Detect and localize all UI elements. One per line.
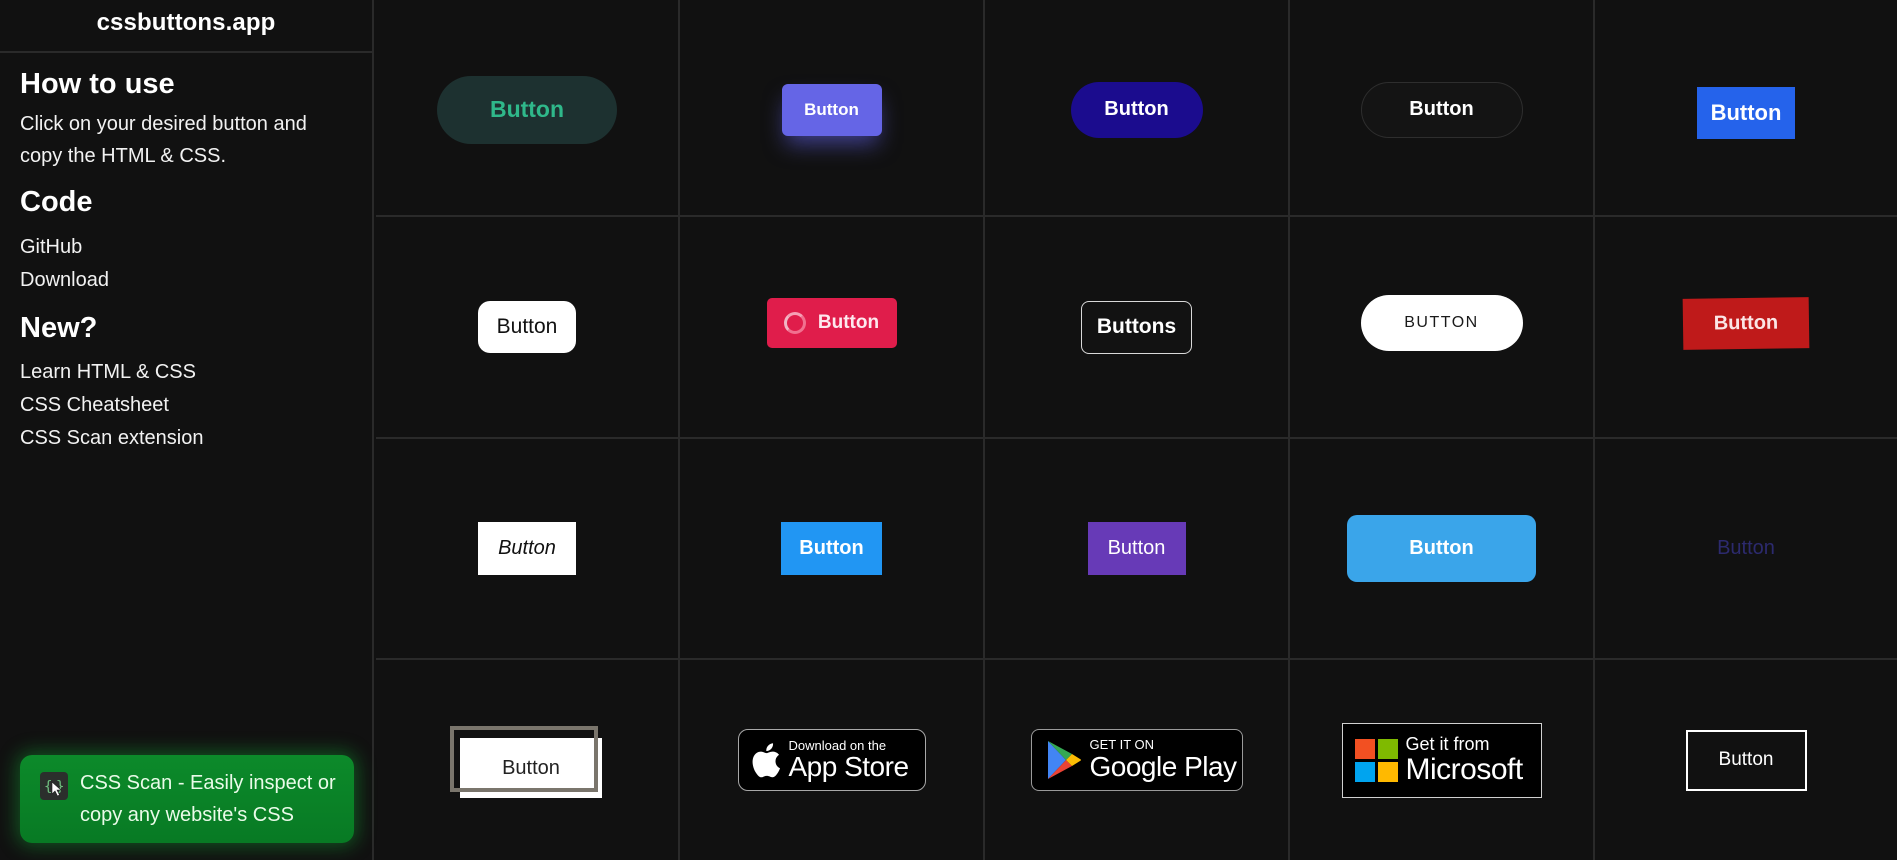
google-play-icon xyxy=(1047,741,1081,779)
grid-cell: Button xyxy=(680,0,985,217)
css-scan-promo-text: CSS Scan - Easily inspect or copy any we… xyxy=(80,772,336,826)
google-play-big-text: Google Play xyxy=(1089,751,1238,782)
grid-cell: Button xyxy=(376,660,680,860)
button-white-outline-square[interactable]: Button xyxy=(1685,729,1807,791)
new-heading: New? xyxy=(20,312,98,344)
button-pill-dark-teal[interactable]: Button xyxy=(437,75,617,144)
button-outline-rounded[interactable]: Buttons xyxy=(1081,300,1192,354)
microsoft-badge-button[interactable]: Get it from Microsoft xyxy=(1341,722,1542,798)
grid-cell: Button xyxy=(680,439,985,660)
grid-cell: Button xyxy=(1595,217,1897,439)
grid-cell: Button xyxy=(1290,439,1595,660)
code-heading: Code xyxy=(20,186,93,218)
button-loading-crimson[interactable]: Button xyxy=(766,298,897,348)
button-material-blue[interactable]: Button xyxy=(781,522,882,575)
grid-cell: Download on the App Store xyxy=(680,660,985,860)
grid-cell: Buttons xyxy=(985,217,1290,439)
button-grid: Button Button Button Button Button Butto… xyxy=(376,0,1897,860)
button-red-skewed[interactable]: Button xyxy=(1682,296,1810,350)
microsoft-small-text: Get it from xyxy=(1405,734,1490,754)
grid-cell: Button xyxy=(1595,0,1897,217)
grid-cell: GET IT ON Google Play xyxy=(985,660,1290,860)
button-label: Button xyxy=(817,312,880,333)
grid-cell: Button xyxy=(1595,660,1897,860)
google-play-badge-button[interactable]: GET IT ON Google Play xyxy=(1030,729,1243,791)
offset-frame-button-wrapper: Button xyxy=(450,726,604,800)
grid-cell: Button xyxy=(1290,0,1595,217)
button-white-rounded[interactable]: Button xyxy=(478,301,576,353)
microsoft-logo-icon xyxy=(1354,738,1398,782)
brand-header: cssbuttons.app xyxy=(0,0,372,53)
button-white-pill-caps[interactable]: BUTTON xyxy=(1360,295,1523,351)
how-to-use-heading: How to use xyxy=(20,68,175,100)
site-logo[interactable]: cssbuttons.app xyxy=(97,9,276,37)
grid-cell: BUTTON xyxy=(1290,217,1595,439)
grid-cell: Button xyxy=(1595,439,1897,660)
app-store-big-text: App Store xyxy=(788,751,910,782)
button-indigo-glow[interactable]: Button xyxy=(781,83,882,136)
css-scan-promo-banner[interactable]: { } CSS Scan - Easily inspect or copy an… xyxy=(20,755,354,843)
grid-cell: Get it from Microsoft xyxy=(1290,660,1595,860)
how-to-use-text: Click on your desired button and copy th… xyxy=(20,113,307,167)
button-offset-frame[interactable]: Button xyxy=(460,738,602,798)
github-link[interactable]: GitHub xyxy=(20,231,352,264)
grid-cell: Button xyxy=(985,0,1290,217)
css-scan-icon: { } xyxy=(40,772,68,800)
css-cheatsheet-link[interactable]: CSS Cheatsheet xyxy=(20,389,352,422)
button-ghost-dim[interactable]: Button xyxy=(1717,537,1775,560)
css-scan-extension-link[interactable]: CSS Scan extension xyxy=(20,422,352,455)
grid-cell: Button xyxy=(376,0,680,217)
google-play-small-text: GET IT ON xyxy=(1089,737,1155,752)
spinner-icon xyxy=(783,312,806,334)
button-blue-square[interactable]: Button xyxy=(1697,86,1795,139)
grid-cell: Button xyxy=(376,217,680,439)
grid-cell: Button xyxy=(376,439,680,660)
learn-html-css-link[interactable]: Learn HTML & CSS xyxy=(20,356,352,389)
button-material-purple[interactable]: Button xyxy=(1087,522,1186,575)
apple-icon xyxy=(752,743,780,778)
download-link[interactable]: Download xyxy=(20,264,352,297)
grid-cell: Button xyxy=(680,217,985,439)
svg-text:{: { xyxy=(44,779,52,795)
microsoft-big-text: Microsoft xyxy=(1405,753,1524,786)
button-white-italic[interactable]: Button xyxy=(478,522,576,575)
button-pill-outline-dark[interactable]: Button xyxy=(1360,81,1523,138)
button-pill-navy[interactable]: Button xyxy=(1070,81,1203,138)
app-store-badge-button[interactable]: Download on the App Store xyxy=(737,729,926,791)
button-sky-rounded[interactable]: Button xyxy=(1347,515,1536,582)
grid-cell: Button xyxy=(985,439,1290,660)
sidebar: cssbuttons.app How to use Click on your … xyxy=(0,0,374,860)
